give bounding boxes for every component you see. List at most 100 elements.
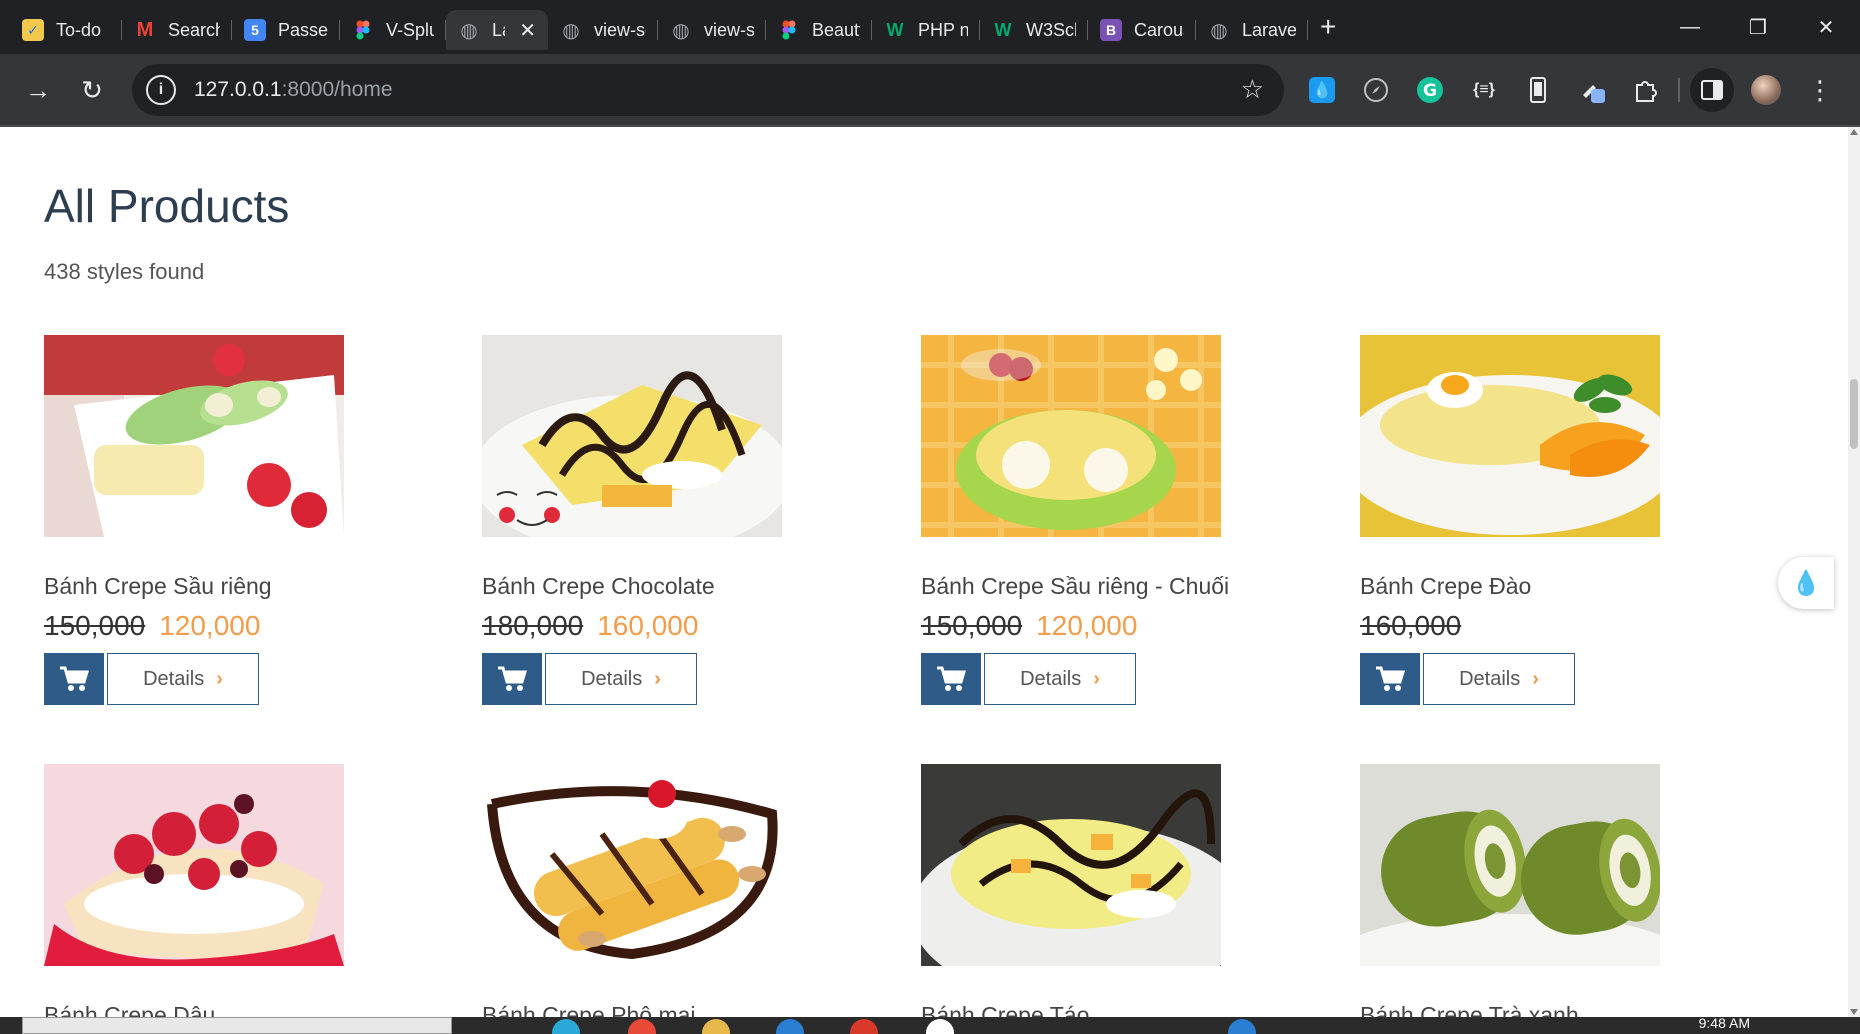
product-card: Bánh Crepe Đào 160,000 Details › <box>1340 335 1680 705</box>
product-image-apple-crepe[interactable] <box>911 764 1251 1004</box>
extensions-area: 💧 G {≡} ⋮ <box>1300 68 1852 112</box>
tab-figma-beauty[interactable]: Beauty <box>766 10 872 50</box>
add-to-cart-button[interactable] <box>482 653 542 705</box>
taskbar-app-icon[interactable] <box>702 1019 730 1034</box>
product-name[interactable]: Bánh Crepe Dâu <box>44 1002 215 1017</box>
address-bar[interactable]: i 127.0.0.1:8000/home ☆ <box>132 64 1284 116</box>
product-name[interactable]: Bánh Crepe Đào <box>1360 573 1531 600</box>
figma-favicon-icon <box>352 19 374 41</box>
taskbar-app-icon[interactable] <box>776 1019 804 1034</box>
device-mode-extension-icon[interactable] <box>1516 68 1560 112</box>
browser-toolbar: → ↻ i 127.0.0.1:8000/home ☆ 💧 G {≡} ⋮ <box>0 54 1860 126</box>
details-button[interactable]: Details › <box>545 653 697 705</box>
restore-icon[interactable]: ❐ <box>1724 15 1792 40</box>
water-reminder-extension-icon[interactable]: 💧 <box>1300 68 1344 112</box>
tab-laravel-active[interactable]: ◍Lai✕ <box>446 10 548 50</box>
tab-view-source-1[interactable]: ◍view-sc <box>548 10 658 50</box>
product-name[interactable]: Bánh Crepe Chocolate <box>482 573 715 600</box>
extensions-puzzle-icon[interactable] <box>1624 68 1668 112</box>
chevron-right-icon: › <box>216 667 223 690</box>
cart-icon <box>60 666 89 691</box>
product-image-chocolate-crepe[interactable] <box>472 335 792 555</box>
compass-extension-icon[interactable] <box>1354 68 1398 112</box>
site-info-icon[interactable]: i <box>146 75 176 105</box>
chevron-right-icon: › <box>654 667 661 690</box>
tab-w3schools[interactable]: WW3Sch <box>980 10 1088 50</box>
product-card: Bánh Crepe Dâu <box>44 764 344 1017</box>
details-button[interactable]: Details › <box>107 653 259 705</box>
tab-figma-vsplus[interactable]: V-Splus <box>340 10 446 50</box>
product-name[interactable]: Bánh Crepe Phô mai <box>482 1002 696 1017</box>
tab-bootstrap-carousel[interactable]: BCarous <box>1088 10 1196 50</box>
tab-view-source-2[interactable]: ◍view-sc <box>658 10 766 50</box>
product-image-matcha-crepe[interactable] <box>1340 764 1680 994</box>
toolbar-separator <box>1678 68 1680 112</box>
close-window-icon[interactable]: ✕ <box>1792 15 1860 40</box>
taskbar-app-icon[interactable] <box>850 1019 878 1034</box>
sale-price: 120,000 <box>1036 610 1138 641</box>
close-tab-icon[interactable]: ✕ <box>519 18 536 43</box>
globe-icon: ◍ <box>1210 19 1228 42</box>
product-image-peach-crepe[interactable] <box>1340 335 1680 537</box>
profile-avatar[interactable] <box>1744 68 1788 112</box>
reload-icon[interactable]: ↻ <box>70 68 114 112</box>
chevron-right-icon: › <box>1093 667 1100 690</box>
taskbar-app-icon[interactable] <box>1228 1019 1256 1034</box>
tab-list: ✓To-do MSearch 5Passere V-Splus ◍Lai✕ ◍v… <box>0 0 1336 54</box>
water-reminder-floating-button[interactable]: 💧 <box>1778 557 1834 609</box>
product-price: 150,000 120,000 <box>44 610 260 642</box>
color-picker-extension-icon[interactable] <box>1570 68 1614 112</box>
scroll-down-icon[interactable] <box>1850 1009 1858 1015</box>
taskbar-app-icon[interactable] <box>628 1019 656 1034</box>
details-button[interactable]: Details › <box>1423 653 1575 705</box>
product-image-cheese-crepe[interactable] <box>482 764 782 966</box>
minimize-icon[interactable]: — <box>1656 16 1724 39</box>
taskbar-app-icon[interactable] <box>552 1019 580 1034</box>
gmail-favicon-icon: M <box>136 18 154 41</box>
page-scrollbar[interactable] <box>1848 127 1860 1017</box>
sale-price: 160,000 <box>597 610 699 641</box>
taskbar-clock: 9:48 AM <box>1698 1015 1750 1031</box>
product-card: Bánh Crepe Chocolate 180,000 160,000 Deta… <box>472 335 792 705</box>
details-button[interactable]: Details › <box>984 653 1136 705</box>
product-card: Bánh Crepe Phô mai <box>482 764 782 1017</box>
chrome-menu-icon[interactable]: ⋮ <box>1798 68 1842 112</box>
product-name[interactable]: Bánh Crepe Sầu riêng - Chuối <box>921 573 1229 600</box>
product-price: 160,000 <box>1360 610 1475 642</box>
taskbar-window-item[interactable] <box>22 1017 452 1034</box>
new-tab-icon[interactable]: + <box>1320 11 1336 43</box>
product-image-strawberry-crepe[interactable] <box>44 764 344 966</box>
tab-gmail-search[interactable]: M Search <box>122 10 232 50</box>
chevron-right-icon: › <box>1532 667 1539 690</box>
forward-icon[interactable]: → <box>16 68 60 112</box>
old-price: 180,000 <box>482 610 584 641</box>
tab-todo[interactable]: ✓ To-do <box>10 10 122 50</box>
add-to-cart-button[interactable] <box>921 653 981 705</box>
product-name[interactable]: Bánh Crepe Táo <box>921 1002 1089 1017</box>
product-name[interactable]: Bánh Crepe Sầu riêng <box>44 573 272 600</box>
product-price: 150,000 120,000 <box>921 610 1137 642</box>
bookmark-star-icon[interactable]: ☆ <box>1241 74 1264 105</box>
cart-icon <box>937 666 966 691</box>
scrollbar-thumb[interactable] <box>1850 379 1858 449</box>
product-image-durian-banana-crepe[interactable] <box>921 335 1221 537</box>
scroll-up-icon[interactable] <box>1850 129 1858 135</box>
cart-icon <box>1376 666 1405 691</box>
tab-passere[interactable]: 5Passere <box>232 10 340 50</box>
add-to-cart-button[interactable] <box>1360 653 1420 705</box>
tab-php[interactable]: WPHP nu <box>872 10 980 50</box>
grammarly-extension-icon[interactable]: G <box>1408 68 1452 112</box>
product-name[interactable]: Bánh Crepe Trà xanh <box>1360 1002 1579 1017</box>
product-price: 180,000 160,000 <box>482 610 698 642</box>
side-panel-icon[interactable] <box>1690 68 1734 112</box>
product-image-durian-crepe[interactable] <box>44 335 344 537</box>
json-viewer-extension-icon[interactable]: {≡} <box>1462 68 1506 112</box>
tab-laravel[interactable]: ◍ Laravel <box>1196 10 1308 50</box>
bootstrap-favicon-icon: B <box>1100 19 1122 41</box>
add-to-cart-button[interactable] <box>44 653 104 705</box>
window-controls: — ❐ ✕ <box>1656 0 1860 54</box>
taskbar-app-icon[interactable] <box>926 1019 954 1034</box>
url-text[interactable]: 127.0.0.1:8000/home <box>194 78 393 102</box>
water-drop-icon: 💧 <box>1791 569 1821 597</box>
page-content: All Products 438 styles found Bánh Crepe… <box>0 127 1848 1017</box>
